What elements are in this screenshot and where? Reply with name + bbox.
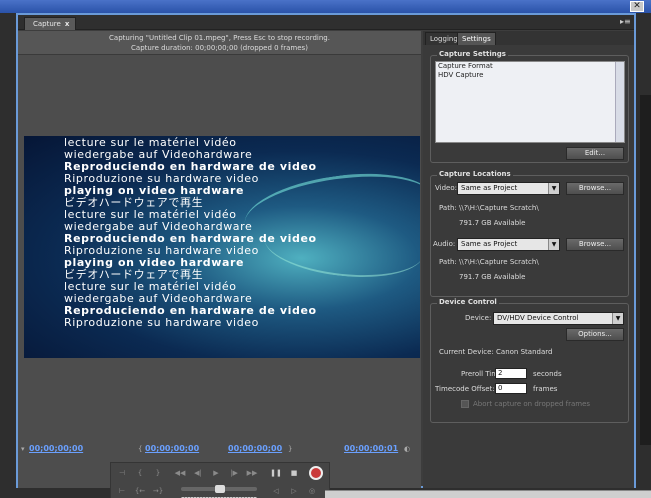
current-device: Current Device: Canon Standard — [439, 348, 553, 356]
abort-dropped-frames-checkbox[interactable] — [461, 400, 469, 408]
video-available: 791.7 GB Available — [459, 219, 526, 227]
playhead-icon: ▾ — [21, 445, 25, 453]
timecode-bar: ▾ 00;00;00;00 { 00;00;00;00 00;00;00;00 … — [18, 442, 421, 456]
status-line-1: Capturing "Untitled Clip 01.mpeg", Press… — [109, 34, 330, 42]
step-back-icon[interactable]: ◀| — [191, 467, 205, 479]
chevron-down-icon: ▼ — [548, 239, 559, 250]
video-text-line: Riproduzione su hardware video — [64, 316, 259, 329]
rewind-icon[interactable]: ◀◀ — [173, 467, 187, 479]
timecode-settings-icon[interactable]: ◐ — [404, 442, 410, 456]
out-point-timecode[interactable]: 00;00;00;00 — [228, 442, 282, 456]
device-select[interactable]: DV/HDV Device Control ▼ — [493, 312, 624, 325]
device-label: Device: — [465, 314, 492, 322]
timecode-offset-label: Timecode Offset: — [435, 385, 495, 393]
preroll-unit: seconds — [533, 370, 562, 378]
video-path-label: Path: — [439, 204, 457, 212]
tab-close-icon[interactable]: x — [65, 20, 70, 28]
goto-in-point-icon[interactable]: {← — [133, 485, 147, 497]
list-item: HDV Capture — [438, 71, 484, 79]
current-timecode[interactable]: 00;00;00;00 — [29, 442, 83, 456]
audio-location-value: Same as Project — [461, 240, 518, 248]
timecode-offset-unit: frames — [533, 385, 558, 393]
tab-capture-label: Capture — [33, 20, 61, 28]
settings-panel: Logging Settings Capture Settings Captur… — [423, 31, 634, 488]
play-icon[interactable]: ▶ — [209, 467, 223, 479]
status-line-2: Capture duration: 00;00;00;00 (dropped 0… — [131, 44, 308, 52]
slow-play-icon[interactable]: ▷ — [287, 485, 301, 497]
background-panel — [640, 95, 651, 445]
capture-locations-title: Capture Locations — [437, 170, 513, 178]
preroll-input[interactable]: 2 — [495, 368, 527, 379]
mark-in-icon[interactable]: { — [133, 467, 147, 479]
video-location-value: Same as Project — [461, 184, 518, 192]
options-button[interactable]: Options... — [566, 328, 624, 341]
audio-available: 791.7 GB Available — [459, 273, 526, 281]
settings-tabs: Logging Settings — [423, 31, 634, 45]
record-button[interactable] — [309, 466, 323, 480]
capture-settings-title: Capture Settings — [437, 50, 508, 58]
chevron-down-icon: ▼ — [612, 313, 623, 324]
capture-settings-list: Capture Format HDV Capture — [435, 61, 625, 143]
goto-out-point-icon[interactable]: →} — [151, 485, 165, 497]
video-preview: lecture sur le matériel vidéo wiedergabe … — [24, 136, 420, 358]
goto-in-icon[interactable]: ⊢ — [115, 485, 129, 497]
capture-locations-group: Capture Locations Video: Same as Project… — [430, 170, 629, 297]
video-location-select[interactable]: Same as Project ▼ — [457, 182, 560, 195]
audio-path-label: Path: — [439, 258, 457, 266]
capture-status: Capturing "Untitled Clip 01.mpeg", Press… — [18, 31, 421, 55]
mark-out-icon[interactable]: } — [151, 467, 165, 479]
device-control-group: Device Control Device: DV/HDV Device Con… — [430, 298, 629, 423]
pause-icon[interactable]: ❚❚ — [269, 467, 283, 479]
capture-settings-group: Capture Settings Capture Format HDV Capt… — [430, 50, 629, 163]
video-path: \\?\H:\Capture Scratch\ — [459, 204, 539, 212]
capture-monitor: Capturing "Untitled Clip 01.mpeg", Press… — [18, 31, 421, 498]
edit-button[interactable]: Edit... — [566, 147, 624, 160]
abort-dropped-frames-label: Abort capture on dropped frames — [473, 400, 591, 408]
window-close-icon[interactable]: ✕ — [630, 1, 644, 12]
video-text-overlay: lecture sur le matériel vidéo wiedergabe … — [64, 137, 317, 329]
list-item: Capture Format — [438, 62, 493, 70]
set-in-icon[interactable]: ⊣ — [115, 467, 129, 479]
window-titlebar: ✕ — [0, 0, 651, 13]
step-forward-icon[interactable]: |▶ — [227, 467, 241, 479]
video-browse-button[interactable]: Browse... — [566, 182, 624, 195]
shuttle-slider[interactable] — [181, 485, 257, 493]
audio-browse-button[interactable]: Browse... — [566, 238, 624, 251]
tab-settings[interactable]: Settings — [457, 32, 496, 45]
audio-location-label: Audio: — [433, 240, 456, 248]
duration-timecode[interactable]: 00;00;00;01 — [344, 442, 398, 456]
slow-reverse-icon[interactable]: ◁ — [269, 485, 283, 497]
tab-capture[interactable]: Capture x — [24, 17, 77, 30]
transport-controls: ⊣ { } ⊢ {← →} ◀◀ ◀| ▶ |▶ ▶▶ ❚❚ ■ ◁ ▷ ◎ — [110, 462, 330, 498]
video-location-label: Video: — [435, 184, 457, 192]
in-point-timecode[interactable]: 00;00;00;00 — [145, 442, 199, 456]
scene-detect-icon[interactable]: ◎ — [305, 485, 319, 497]
in-marker-icon: { — [138, 445, 143, 453]
timecode-offset-input[interactable]: 0 — [495, 383, 527, 394]
audio-path: \\?\H:\Capture Scratch\ — [459, 258, 539, 266]
capture-window: Capture x ▸≡ Capturing "Untitled Clip 01.… — [16, 13, 636, 498]
panel-tabstrip: Capture x ▸≡ — [18, 15, 634, 30]
shuttle-handle[interactable] — [215, 485, 225, 493]
device-value: DV/HDV Device Control — [497, 314, 579, 322]
chevron-down-icon: ▼ — [548, 183, 559, 194]
stop-icon[interactable]: ■ — [287, 467, 301, 479]
panel-menu-icon[interactable]: ▸≡ — [620, 17, 631, 27]
fast-forward-icon[interactable]: ▶▶ — [245, 467, 259, 479]
list-scrollbar[interactable] — [615, 62, 624, 142]
device-control-title: Device Control — [437, 298, 499, 306]
taskbar-strip — [325, 490, 651, 498]
out-marker-icon: } — [288, 445, 293, 453]
audio-location-select[interactable]: Same as Project ▼ — [457, 238, 560, 251]
